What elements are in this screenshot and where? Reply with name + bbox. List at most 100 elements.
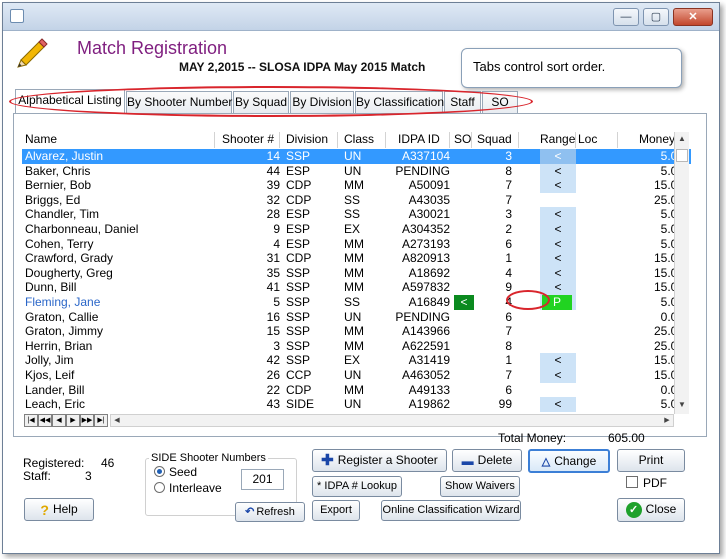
delete-button[interactable]: ▬ Delete [452,449,522,472]
tab-by-division[interactable]: By Division [290,91,354,113]
change-button[interactable]: △ Change [528,449,610,473]
tab-by-shooter-number[interactable]: By Shooter Number [126,91,232,113]
idpa-lookup-button[interactable]: * IDPA # Lookup [312,476,402,497]
column-header-division[interactable]: Division [286,132,338,148]
interleave-radio[interactable] [154,482,165,493]
previous-page-icon[interactable]: ◀◀ [38,414,52,427]
seed-radio-label[interactable]: Seed [169,465,197,479]
cell-range: < [540,163,576,179]
minimize-button[interactable]: — [613,8,639,26]
table-row[interactable]: Cohen, Terry 4 ESP MM A273193 6 <5.00 [22,236,691,252]
match-title: MAY 2,2015 -- SLOSA IDPA May 2015 Match [179,60,426,74]
cell-division: ESP [286,236,311,251]
register-shooter-button[interactable]: ✚ Register a Shooter [312,449,447,472]
column-header-loc[interactable]: Loc [578,132,618,148]
table-row[interactable]: Bernier, Bob 39 CDP MM A50091 7 <15.00 [22,178,691,193]
help-label: Help [52,502,78,516]
cell-class: MM [344,280,364,295]
table-row[interactable]: Baker, Chris 44 ESP UN PENDING 8 <5.00 [22,163,691,179]
cell-shooter-number: 15 [266,324,280,339]
cell-shooter-number: 41 [266,280,280,295]
tab-staff[interactable]: Staff [444,91,481,113]
cell-range: < [540,265,576,281]
minus-icon: ▬ [461,453,474,468]
table-row[interactable]: Dougherty, Greg 35 SSP MM A18692 4 <15.00 [22,265,691,281]
column-header-range[interactable]: Range [540,132,576,148]
cell-class: MM [344,382,364,397]
scroll-thumb[interactable] [676,149,688,162]
table-row[interactable]: Charbonneau, Daniel 9 ESP EX A304352 2 <5.00 [22,222,691,237]
cell-squad: 1 [505,251,512,266]
table-row[interactable]: Leach, Eric 43 SIDE UN A19862 99 <5.00 [22,397,691,412]
cell-idpa-id: A820913 [401,251,450,266]
cell-division: ESP [286,207,311,222]
grid-vertical-scrollbar[interactable]: ▲ ▼ [674,132,689,414]
table-row[interactable]: Briggs, Ed 32 CDP SS A43035 7 25.00 [22,193,691,208]
column-header-class[interactable]: Class [344,132,386,148]
scroll-down-icon[interactable]: ▼ [676,398,688,412]
first-record-icon[interactable]: |◀ [24,414,38,427]
column-header-shooter-number[interactable]: Shooter # [222,132,280,148]
registration-grid[interactable]: Name Shooter # Division Class IDPA ID SO… [22,132,691,412]
table-row[interactable]: Crawford, Grady 31 CDP MM A820913 1 <15.00 [22,251,691,266]
scroll-right-icon[interactable]: ▶ [661,415,673,426]
pdf-label[interactable]: PDF [643,476,667,490]
last-record-icon[interactable]: ▶| [94,414,108,427]
table-row[interactable]: Kjos, Leif 26 CCP UN A463052 7 <15.00 [22,368,691,383]
delete-label: Delete [477,453,513,467]
cell-squad: 6 [505,236,512,251]
seed-radio[interactable] [154,466,165,477]
next-page-icon[interactable]: ▶▶ [80,414,94,427]
cell-division: CDP [286,251,312,266]
cell-shooter-number: 43 [266,397,280,412]
table-row[interactable]: Dunn, Bill 41 SSP MM A597832 9 <15.00 [22,280,691,295]
cell-class: UN [344,397,362,412]
grid-horizontal-scrollbar[interactable]: ◀ ▶ [110,414,674,427]
close-button[interactable]: ✓ Close [617,498,685,522]
column-header-squad[interactable]: Squad [477,132,519,148]
cell-shooter-number: 16 [266,309,280,324]
pdf-checkbox[interactable] [626,476,638,488]
refresh-button[interactable]: ↶ Refresh [235,502,305,522]
interleave-radio-label[interactable]: Interleave [169,481,222,495]
cell-so [454,383,474,398]
show-waivers-button[interactable]: Show Waivers [440,476,520,497]
next-record-icon[interactable]: ▶ [66,414,80,427]
staff-label: Staff: [23,469,51,483]
online-classification-wizard-button[interactable]: Online Classification Wizard [381,500,521,521]
table-row[interactable]: Chandler, Tim 28 ESP SS A30021 3 <5.00 [22,207,691,222]
table-row[interactable]: Fleming, Jane5SSPSSA16849<4<P5.00 [22,295,691,310]
help-button[interactable]: ? Help [24,498,94,521]
cell-so [454,251,474,266]
table-row[interactable]: Alvarez, Justin 14 SSP UN A337104 3 <5.00 [22,149,691,164]
scroll-left-icon[interactable]: ◀ [111,415,123,426]
cell-name: Chandler, Tim [25,207,100,222]
table-row[interactable]: Herrin, Brian 3 SSP MM A622591 8 25.00 [22,339,691,354]
scroll-up-icon[interactable]: ▲ [676,132,688,146]
cell-squad: 2 [505,222,512,236]
maximize-button[interactable]: ▢ [643,8,669,26]
tab-so[interactable]: SO [482,91,518,113]
export-button[interactable]: Export [312,500,360,521]
table-row[interactable]: Lander, Bill 22 CDP MM A49133 6 0.00 [22,383,691,398]
table-row[interactable]: Graton, Callie 16 SSP UN PENDING 6 0.00 [22,310,691,325]
cell-name: Graton, Jimmy [25,324,104,339]
close-window-button[interactable]: ✕ [673,8,713,26]
table-row[interactable]: Graton, Jimmy 15 SSP MM A143966 7 25.00 [22,324,691,339]
cell-loc [578,178,618,193]
cell-range: < [540,397,576,412]
cell-loc [578,280,618,295]
previous-record-icon[interactable]: ◀ [52,414,66,427]
column-header-idpa-id[interactable]: IDPA ID [398,132,450,148]
cell-idpa-id: A18692 [408,265,450,280]
tab-by-classification[interactable]: By Classification [355,91,444,113]
table-row[interactable]: Jolly, Jim 42 SSP EX A31419 1 <15.00 [22,353,691,368]
column-header-so[interactable]: SO [454,132,472,148]
column-header-name[interactable]: Name [25,132,215,148]
side-number-input[interactable]: 201 [241,469,284,490]
cell-squad: 7 [505,368,512,382]
tab-by-squad[interactable]: By Squad [233,91,289,113]
cell-shooter-number: 32 [266,192,280,207]
tab-alphabetical-listing[interactable]: Alphabetical Listing [15,89,125,113]
print-button[interactable]: Print [617,449,685,472]
